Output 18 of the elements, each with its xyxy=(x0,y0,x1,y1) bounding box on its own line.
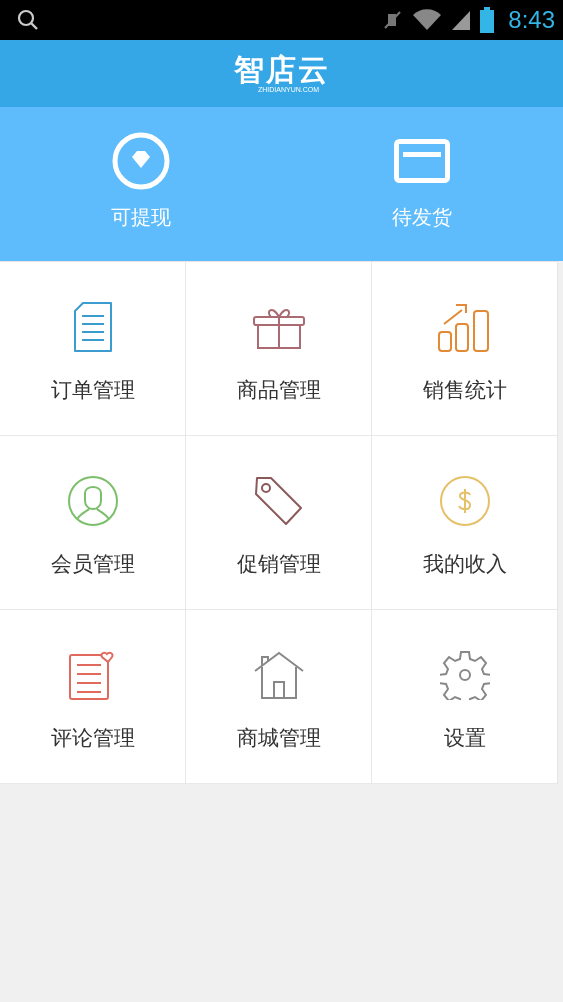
settings-icon xyxy=(439,650,490,700)
bar-chart-icon xyxy=(437,302,492,352)
tag-icon xyxy=(252,475,305,527)
menu-tile[interactable]: 促销管理 xyxy=(186,436,372,610)
dollar-coin-icon xyxy=(438,475,491,527)
wifi-icon xyxy=(412,8,443,32)
document-icon xyxy=(72,302,113,352)
search-icon[interactable] xyxy=(16,8,40,32)
person-icon xyxy=(66,475,119,527)
menu-tile[interactable]: 商品管理 xyxy=(186,262,372,436)
menu-tile[interactable]: 会员管理 xyxy=(0,436,186,610)
menu-tile[interactable]: 订单管理 xyxy=(0,262,186,436)
app-logo: 智店云 xyxy=(233,54,330,86)
battery-icon xyxy=(480,7,495,33)
house-icon xyxy=(253,651,304,699)
clock-time: 8:43 xyxy=(508,6,555,34)
menu-tile[interactable]: 商城管理 xyxy=(186,610,372,784)
menu-tile[interactable]: 评论管理 xyxy=(0,610,186,784)
